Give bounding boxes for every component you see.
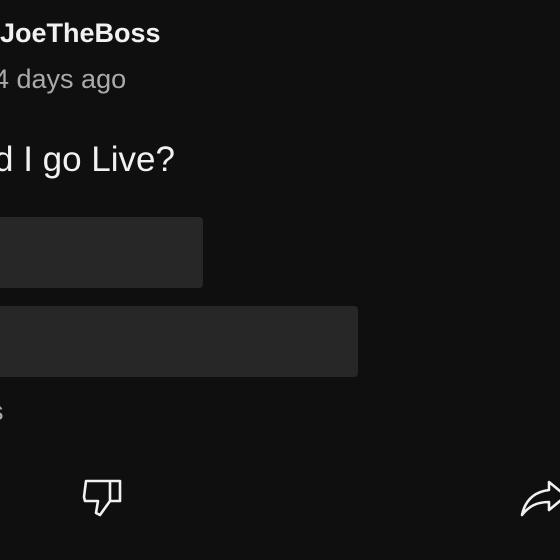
poll-option-1[interactable] bbox=[0, 217, 203, 288]
share-button[interactable] bbox=[516, 472, 560, 524]
poll-question: d I go Live? bbox=[0, 140, 175, 179]
post-timestamp: 4 days ago bbox=[0, 64, 127, 94]
poll-vote-count: s bbox=[0, 396, 4, 427]
post-author-name[interactable]: JoeTheBoss bbox=[0, 18, 161, 49]
share-arrow-icon bbox=[520, 480, 560, 517]
poll-option-2[interactable] bbox=[0, 306, 358, 377]
thumbs-down-icon bbox=[82, 479, 122, 517]
dislike-button[interactable] bbox=[76, 472, 128, 524]
